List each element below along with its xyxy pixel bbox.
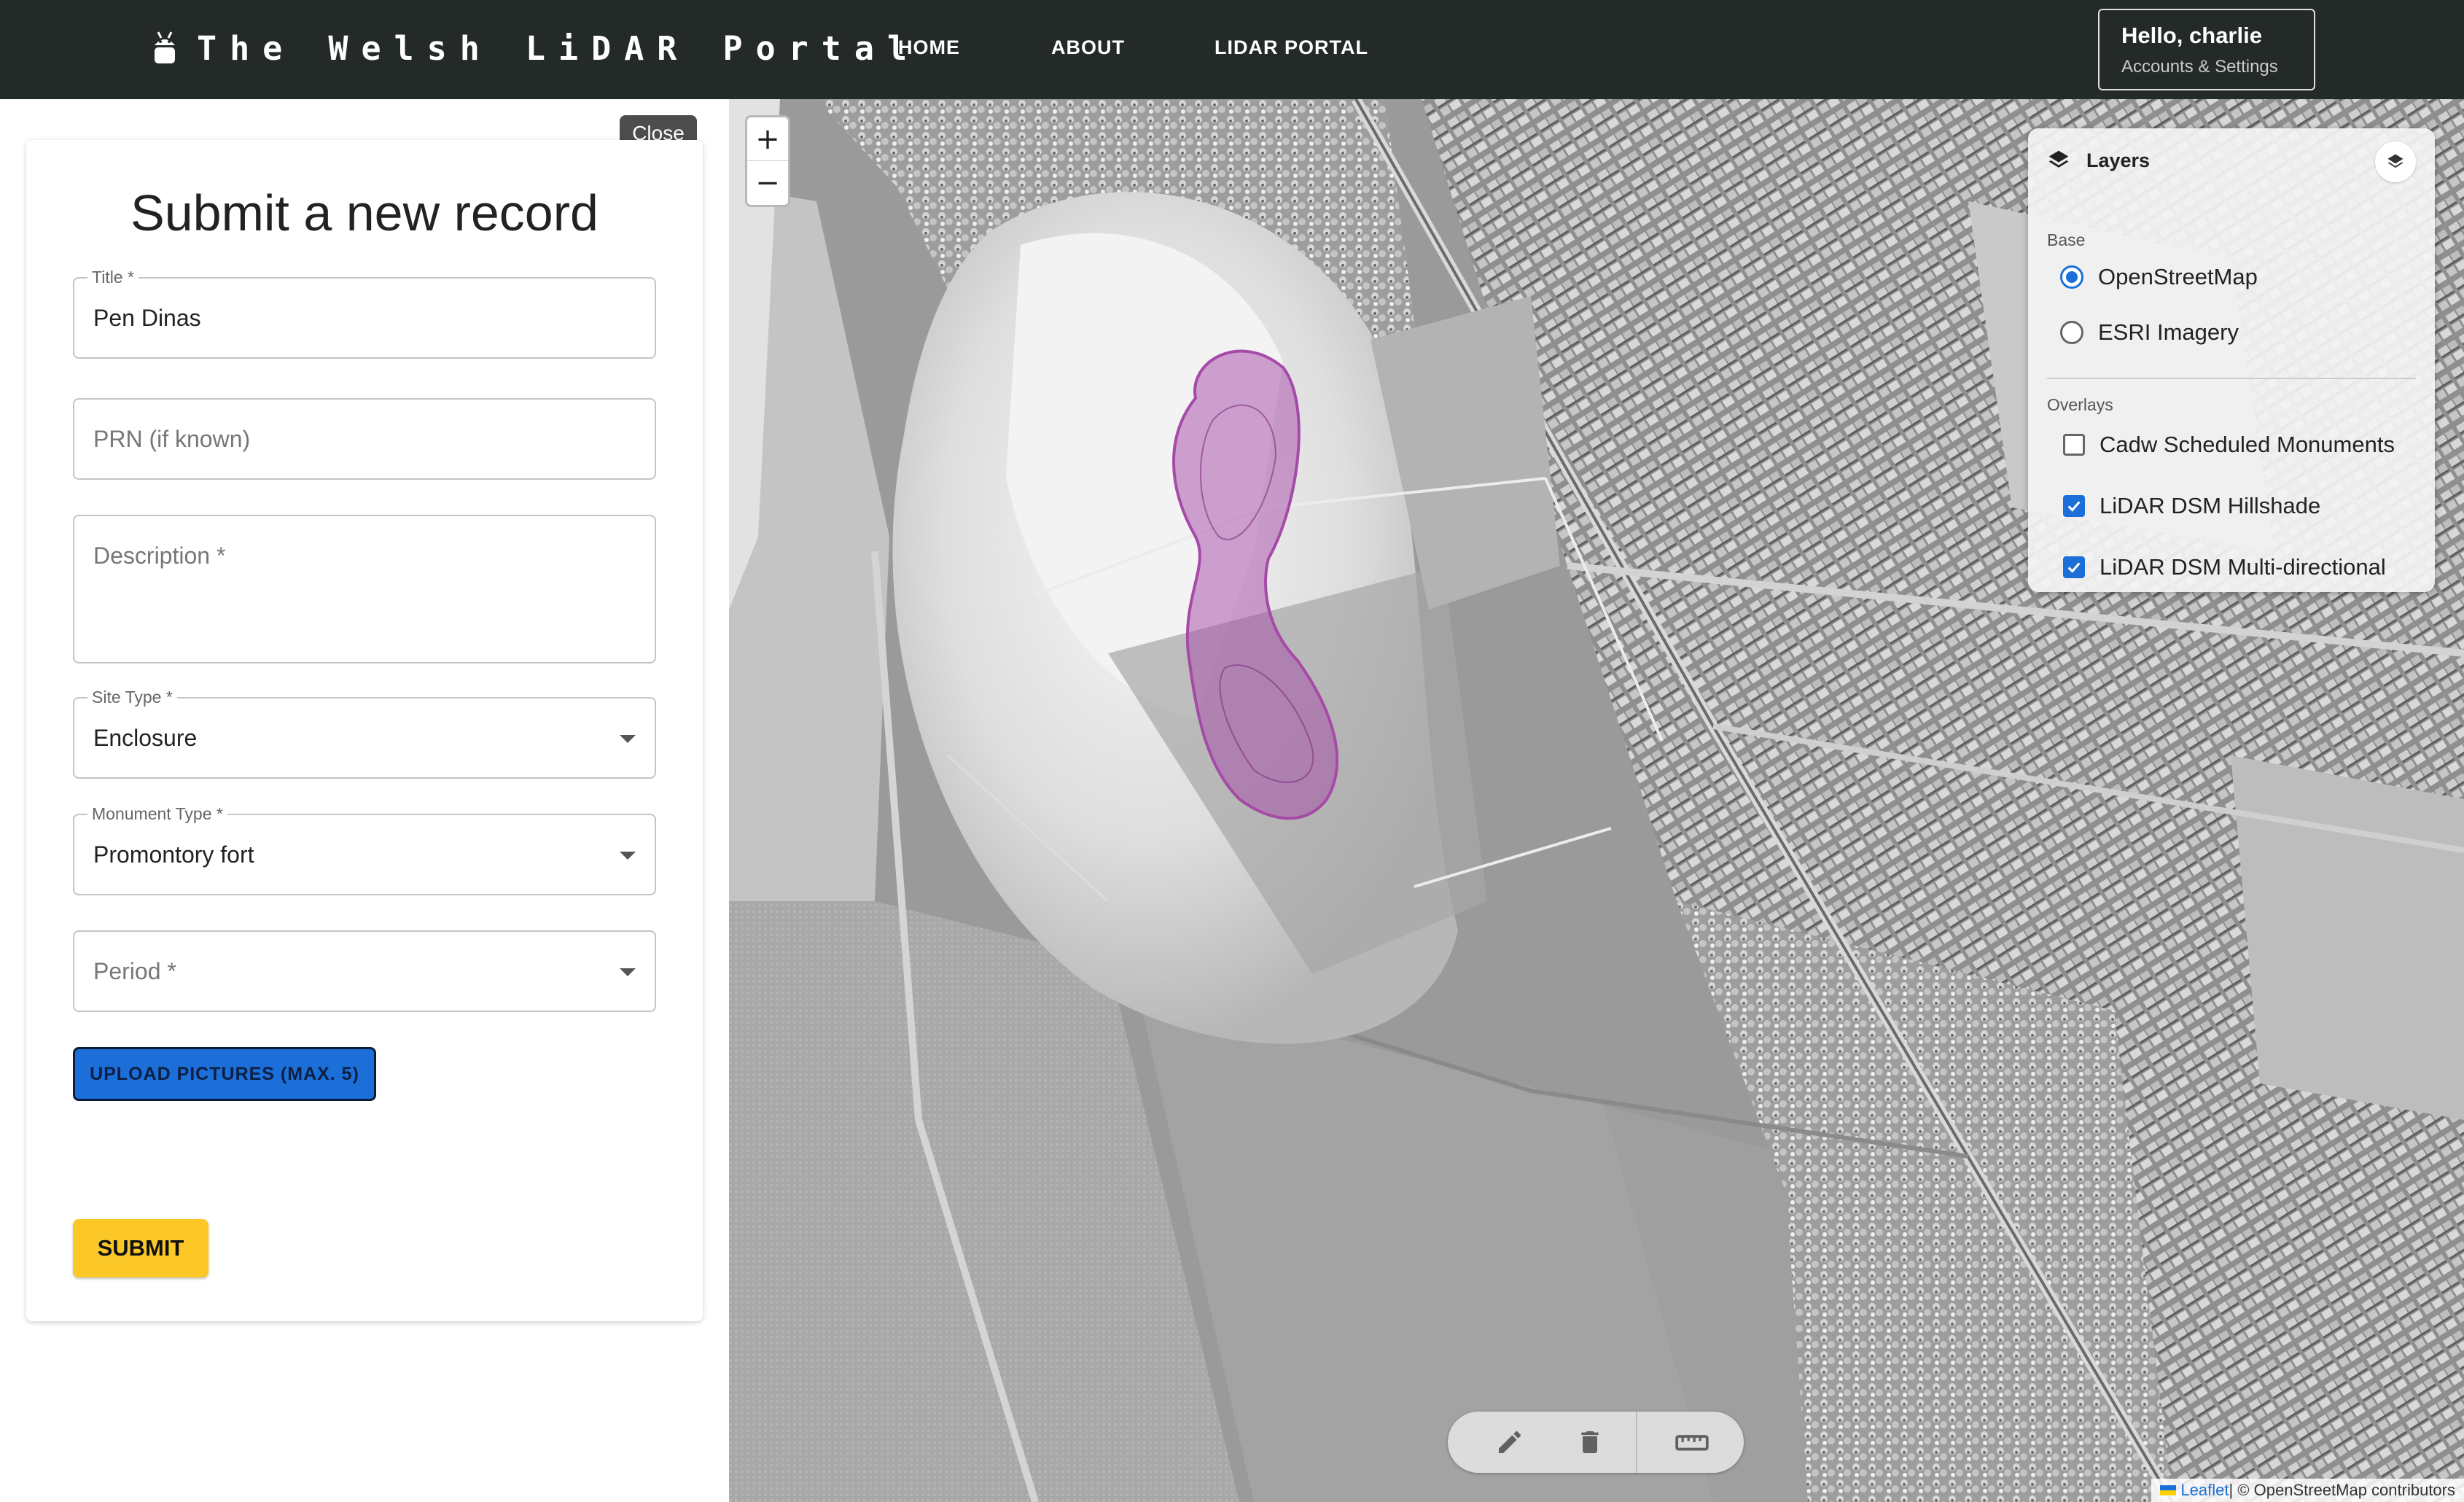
nav-about-link[interactable]: ABOUT bbox=[1051, 36, 1125, 59]
nav-lidar-portal-link[interactable]: LIDAR PORTAL bbox=[1215, 36, 1368, 59]
base-option-label: ESRI Imagery bbox=[2098, 319, 2239, 345]
base-option-label: OpenStreetMap bbox=[2098, 264, 2258, 289]
site-type-select[interactable]: Site Type * Enclosure bbox=[73, 687, 656, 779]
base-option-openstreetmap[interactable]: OpenStreetMap bbox=[2060, 264, 2258, 290]
trash-icon bbox=[1581, 1431, 1599, 1453]
checkmark-icon bbox=[2067, 501, 2081, 512]
map-view[interactable]: + − Layers Base OpenStreetMap ESRI Image… bbox=[729, 99, 2464, 1502]
attribution-text: | © OpenStreetMap contributors bbox=[2229, 1481, 2455, 1499]
period-select[interactable]: Period * bbox=[73, 930, 656, 1012]
period-placeholder: Period * bbox=[93, 958, 176, 984]
account-greeting: Hello, charlie bbox=[2121, 23, 2262, 48]
site-type-label: Site Type * bbox=[87, 687, 177, 707]
submit-button[interactable]: SUBMIT bbox=[73, 1219, 208, 1277]
map-attribution: Leaflet | © OpenStreetMap contributors bbox=[2151, 1479, 2464, 1502]
title-label: Title * bbox=[87, 267, 139, 287]
prn-field[interactable]: PRN (if known) bbox=[73, 398, 656, 480]
chevron-down-icon bbox=[620, 852, 636, 860]
monument-type-label: Monument Type * bbox=[87, 803, 227, 824]
navbar: The Welsh LiDAR Portal HOME ABOUT LIDAR … bbox=[0, 0, 2464, 99]
measure-tool-button[interactable] bbox=[1666, 1412, 1718, 1473]
layers-toggle-button[interactable] bbox=[2375, 141, 2416, 182]
checkmark-icon bbox=[2067, 562, 2081, 573]
monument-type-select[interactable]: Monument Type * Promontory fort bbox=[73, 803, 656, 895]
android-logo-icon bbox=[155, 31, 175, 63]
chevron-down-icon bbox=[620, 735, 636, 743]
toolbar-divider bbox=[1636, 1412, 1637, 1473]
nav-home-link[interactable]: HOME bbox=[898, 36, 960, 59]
overlay-option-cadw[interactable]: Cadw Scheduled Monuments bbox=[2060, 432, 2395, 458]
zoom-in-button[interactable]: + bbox=[747, 117, 788, 161]
ruler-icon bbox=[1675, 1435, 1709, 1451]
description-field[interactable]: Description * bbox=[73, 515, 656, 664]
layers-icon bbox=[2387, 154, 2403, 168]
layers-divider bbox=[2047, 378, 2416, 379]
layers-icon bbox=[2048, 150, 2069, 168]
title-value: Pen Dinas bbox=[93, 305, 201, 331]
base-section-label: Base bbox=[2047, 230, 2086, 249]
title-field[interactable]: Title * Pen Dinas bbox=[73, 267, 656, 359]
form-heading: Submit a new record bbox=[130, 184, 599, 241]
overlay-option-label: LiDAR DSM Multi-directional bbox=[2100, 554, 2386, 580]
upload-pictures-button[interactable]: UPLOAD PICTURES (MAX. 5) bbox=[73, 1047, 376, 1101]
side-panel: Close Submit a new record Title * Pen Di… bbox=[0, 99, 729, 1502]
record-form-card: Submit a new record Title * Pen Dinas PR… bbox=[26, 140, 703, 1321]
draw-toolbar bbox=[1448, 1412, 1744, 1473]
overlay-option-multidirectional[interactable]: LiDAR DSM Multi-directional bbox=[2060, 554, 2386, 580]
delete-tool-button[interactable] bbox=[1564, 1412, 1615, 1473]
overlay-option-label: LiDAR DSM Hillshade bbox=[2100, 493, 2321, 518]
radio-unselected[interactable] bbox=[2060, 321, 2083, 344]
description-placeholder: Description * bbox=[93, 542, 226, 569]
overlays-section-label: Overlays bbox=[2047, 395, 2113, 414]
radio-selected[interactable] bbox=[2060, 265, 2083, 289]
prn-placeholder: PRN (if known) bbox=[93, 426, 251, 452]
checkbox-checked[interactable] bbox=[2063, 556, 2085, 578]
layers-header: Layers bbox=[2047, 149, 2150, 172]
layers-title: Layers bbox=[2086, 149, 2151, 171]
leaflet-link[interactable]: Leaflet bbox=[2180, 1481, 2229, 1500]
overlay-option-label: Cadw Scheduled Monuments bbox=[2100, 432, 2395, 457]
edit-tool-button[interactable] bbox=[1484, 1412, 1535, 1473]
ukraine-flag-icon bbox=[2160, 1485, 2177, 1495]
account-subtitle: Accounts & Settings bbox=[2121, 57, 2278, 77]
account-settings-button[interactable]: Hello, charlie Accounts & Settings bbox=[2098, 9, 2315, 90]
brand-title: The Welsh LiDAR Portal bbox=[197, 28, 921, 68]
monument-type-value: Promontory fort bbox=[93, 841, 254, 868]
zoom-out-button[interactable]: − bbox=[747, 161, 788, 205]
zoom-control: + − bbox=[745, 115, 790, 207]
checkbox-checked[interactable] bbox=[2063, 495, 2085, 517]
checkbox-unchecked[interactable] bbox=[2063, 434, 2085, 456]
base-option-esri-imagery[interactable]: ESRI Imagery bbox=[2060, 319, 2239, 346]
pencil-icon bbox=[1499, 1431, 1521, 1453]
overlay-option-hillshade[interactable]: LiDAR DSM Hillshade bbox=[2060, 493, 2320, 519]
brand[interactable]: The Welsh LiDAR Portal bbox=[150, 28, 920, 69]
chevron-down-icon bbox=[620, 968, 636, 976]
site-type-value: Enclosure bbox=[93, 725, 198, 751]
layers-panel: Layers Base OpenStreetMap ESRI Imagery O… bbox=[2028, 128, 2435, 592]
